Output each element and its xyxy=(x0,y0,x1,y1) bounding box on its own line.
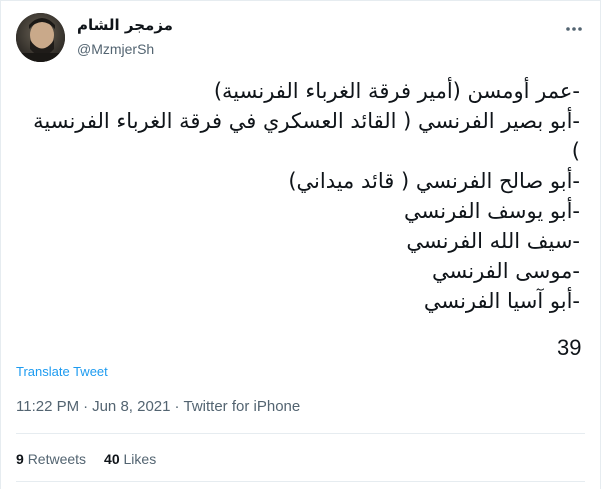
avatar[interactable] xyxy=(16,13,65,62)
tweet-date[interactable]: Jun 8, 2021 xyxy=(92,398,170,415)
tweet-stats: 9 Retweets 40 Likes xyxy=(16,451,156,467)
retweets-count: 9 xyxy=(16,451,24,467)
retweets-stat[interactable]: 9 Retweets xyxy=(16,451,86,467)
meta-separator: · xyxy=(174,398,180,415)
tweet-text: -عمر أومسن (أمير فرقة الغرباء الفرنسية) … xyxy=(33,79,580,313)
translate-tweet-link[interactable]: Translate Tweet xyxy=(16,364,108,379)
divider xyxy=(16,481,585,482)
author-display-name[interactable]: مزمجر الشام xyxy=(77,16,173,34)
tweet-source[interactable]: Twitter for iPhone xyxy=(184,398,301,415)
tweet-number: 39 xyxy=(557,335,582,360)
tweet-card: مزمجر الشام @MzmjerSh -عمر أومسن (أمير ف… xyxy=(0,0,601,489)
avatar-image xyxy=(16,13,65,62)
tweet-time[interactable]: 11:22 PM xyxy=(16,398,79,415)
likes-label: Likes xyxy=(123,451,157,467)
likes-count: 40 xyxy=(104,451,120,467)
more-horizontal-icon[interactable] xyxy=(559,21,589,37)
meta-separator: · xyxy=(83,398,89,415)
likes-stat[interactable]: 40 Likes xyxy=(104,451,156,467)
author-handle[interactable]: @MzmjerSh xyxy=(77,41,154,57)
retweets-label: Retweets xyxy=(27,451,87,467)
tweet-meta: 11:22 PM · Jun 8, 2021 · Twitter for iPhone xyxy=(16,398,300,415)
divider xyxy=(16,433,585,434)
